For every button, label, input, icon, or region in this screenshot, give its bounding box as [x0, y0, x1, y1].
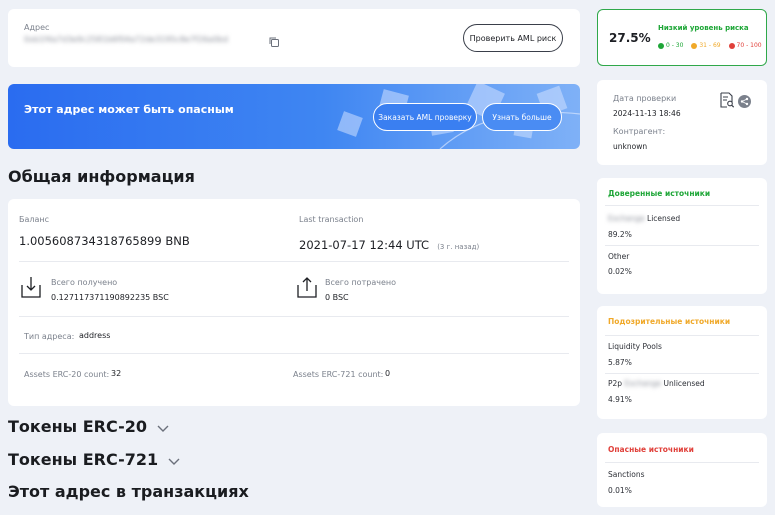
- order-aml-button[interactable]: Заказать AML проверку: [373, 103, 477, 131]
- trusted-title: Доверенные источники: [608, 189, 711, 198]
- chevron-down-icon: [157, 418, 169, 437]
- divider: [19, 316, 569, 317]
- dangerous-title: Опасные источники: [608, 445, 694, 454]
- check-date-label: Дата проверки: [613, 94, 677, 103]
- risk-percent: 27.5%: [609, 31, 651, 45]
- address-card: Адрес 0xb1f4a7d3e9c2581b6f04a72de3195c8e…: [8, 9, 580, 67]
- trusted-item-2-name: Other: [608, 252, 630, 261]
- last-tx-row: 2021-07-17 12:44 UTC (3 г. назад): [299, 234, 479, 253]
- risk-high-dot: [728, 42, 735, 49]
- trusted-item-2-value: 0.02%: [608, 267, 632, 276]
- check-aml-button[interactable]: Проверить AML риск: [463, 24, 563, 52]
- suspicious-item-2-name: P2p Exchange Unlicensed: [608, 379, 705, 388]
- spent-value: 0 BSC: [325, 293, 349, 302]
- check-info-card: Дата проверки 2024-11-13 18:46 Контраген…: [597, 80, 767, 165]
- erc20-section-title: Токены ERC-20: [8, 417, 147, 436]
- report-search-icon[interactable]: [720, 92, 735, 108]
- received-value: 0.127117371190892235 BSC: [51, 293, 169, 302]
- general-info-title: Общая информация: [8, 167, 195, 186]
- spent-icon: [296, 275, 318, 299]
- counterparty-label: Контрагент:: [613, 127, 666, 136]
- check-date-value: 2024-11-13 18:46: [613, 109, 681, 118]
- erc721-section-title: Токены ERC-721: [8, 450, 159, 469]
- erc721-count-value: 0: [385, 369, 391, 378]
- divider: [19, 261, 569, 262]
- received-label: Всего получено: [51, 278, 118, 287]
- divider: [19, 353, 569, 354]
- last-tx-value: 2021-07-17 12:44 UTC: [299, 238, 430, 252]
- risk-high-range: 70 - 100: [736, 42, 762, 49]
- trusted-item-1-value: 89.2%: [608, 230, 632, 239]
- dangerous-sources-card: Опасные источники Sanctions 0.01%: [597, 433, 767, 507]
- risk-mid-dot: [691, 42, 698, 49]
- balance-label: Баланс: [19, 215, 50, 224]
- address-type-label: Тип адреса:: [24, 332, 75, 341]
- learn-more-button[interactable]: Узнать больше: [482, 103, 562, 131]
- risk-legend: 0 - 30 31 - 69 70 - 100: [658, 42, 762, 49]
- last-tx-label: Last transaction: [299, 215, 364, 224]
- risk-level: Низкий уровень риска: [658, 24, 749, 32]
- trusted-sources-card: Доверенные источники Exchange Licensed 8…: [597, 178, 767, 294]
- address-label: Адрес: [24, 23, 50, 32]
- dangerous-item-1-value: 0.01%: [608, 486, 632, 495]
- suspicious-item-1-value: 5.87%: [608, 358, 632, 367]
- erc20-count-label: Assets ERC-20 count:: [24, 370, 110, 379]
- suspicious-item-1-name: Liquidity Pools: [608, 342, 662, 351]
- erc20-section-toggle[interactable]: Токены ERC-20: [8, 417, 169, 437]
- general-info-card: Баланс 1.005608734318765899 BNB Last tra…: [8, 199, 580, 406]
- suspicious-item-2-value: 4.91%: [608, 395, 632, 404]
- divider: [605, 462, 759, 463]
- address-value[interactable]: 0xb1f4a7d3e9c2581b6f04a72de3195c8e7f26a0…: [24, 35, 228, 44]
- divider: [605, 205, 759, 206]
- risk-low-range: 0 - 30: [666, 42, 684, 49]
- erc721-section-toggle[interactable]: Токены ERC-721: [8, 450, 180, 470]
- suspicious-sources-card: Подозрительные источники Liquidity Pools…: [597, 306, 767, 419]
- risk-card: 27.5% Низкий уровень риска 0 - 30 31 - 6…: [597, 9, 767, 66]
- divider: [605, 335, 759, 336]
- risk-low-dot: [658, 42, 664, 49]
- suspicious-title: Подозрительные источники: [608, 317, 731, 326]
- last-tx-ago: (3 г. назад): [437, 243, 480, 251]
- erc20-count-value: 32: [111, 369, 122, 378]
- divider: [605, 373, 759, 374]
- divider: [605, 245, 759, 246]
- balance-value: 1.005608734318765899 BNB: [19, 234, 190, 248]
- received-icon: [20, 275, 42, 299]
- chevron-down-icon: [168, 451, 180, 470]
- transactions-section-title: Этот адрес в транзакциях: [8, 482, 249, 501]
- spent-label: Всего потрачено: [325, 278, 396, 287]
- address-type-value: address: [79, 331, 111, 340]
- copy-icon[interactable]: [268, 33, 280, 47]
- dangerous-item-1-name: Sanctions: [608, 470, 645, 479]
- share-icon[interactable]: [738, 93, 751, 108]
- banner-text: Этот адрес может быть опасным: [24, 103, 234, 116]
- erc721-count-label: Assets ERC-721 count:: [293, 370, 384, 379]
- counterparty-value: unknown: [613, 142, 648, 151]
- danger-banner: Этот адрес может быть опасным Заказать A…: [8, 84, 580, 149]
- risk-mid-range: 31 - 69: [699, 42, 721, 49]
- trusted-item-1-name: Exchange Licensed: [608, 214, 681, 223]
